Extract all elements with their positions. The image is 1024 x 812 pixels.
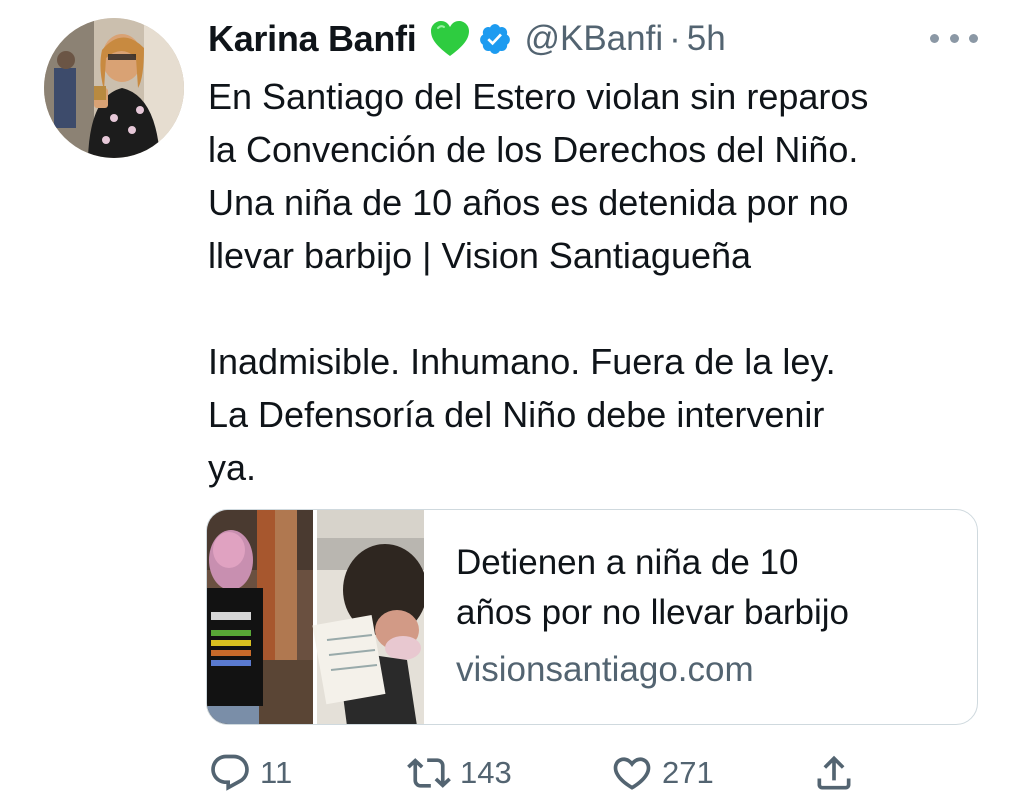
header-separator: · [669, 19, 681, 58]
share-icon [817, 755, 851, 790]
green-heart-icon [430, 20, 470, 58]
tweet-line: En Santiago del Estero violan sin reparo… [208, 76, 869, 117]
card-title-line: años por no llevar barbijo [456, 593, 850, 632]
tweet-text: En Santiago del Estero violan sin reparo… [208, 70, 998, 494]
more-dot [930, 33, 939, 43]
card-thumbnail [207, 510, 424, 724]
more-dot [949, 33, 959, 43]
card-text: Detienen a niña de 10 años por no llevar… [424, 510, 977, 724]
verified-badge-icon [478, 22, 512, 56]
card-domain: visionsantiago.com [456, 650, 754, 689]
like-icon [613, 757, 651, 790]
like-button[interactable]: 271 [610, 748, 714, 798]
tweet-line: La Defensoría del Niño debe intervenir [208, 394, 825, 435]
author-name[interactable]: Karina Banfi [208, 18, 417, 60]
tweet-timestamp[interactable]: 5h [687, 19, 726, 59]
more-dot [969, 33, 978, 43]
avatar-photo [44, 18, 184, 158]
share-button[interactable] [812, 748, 856, 798]
tweet-line: la Convención de los Derechos del Niño. [208, 129, 859, 170]
like-count: 271 [662, 755, 714, 790]
tweet-line: ya. [208, 447, 257, 488]
card-title-line: Detienen a niña de 10 [456, 543, 799, 582]
more-icon[interactable] [930, 24, 978, 52]
link-preview-card[interactable]: Detienen a niña de 10 años por no llevar… [206, 509, 978, 725]
retweet-count: 143 [460, 755, 512, 790]
tweet-line: Inadmisible. Inhumano. Fuera de la ley. [208, 341, 836, 382]
retweet-icon [407, 758, 451, 788]
tweet-actions: 11 143 271 [208, 748, 868, 798]
tweet-line: llevar barbijo | Vision Santiagueña [208, 235, 752, 276]
reply-button[interactable]: 11 [208, 748, 292, 798]
tweet-line: Una niña de 10 años es detenida por no [208, 182, 849, 223]
author-handle[interactable]: @KBanfi [524, 19, 663, 59]
reply-icon [211, 754, 249, 791]
retweet-button[interactable]: 143 [406, 748, 512, 798]
reply-count: 11 [260, 755, 293, 790]
author-avatar[interactable] [44, 18, 184, 158]
tweet-header: Karina Banfi @KBanfi · 5h [208, 14, 726, 64]
